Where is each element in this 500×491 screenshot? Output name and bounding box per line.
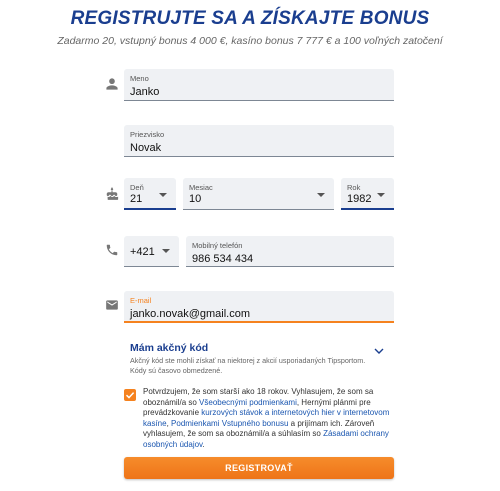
birth-day-label: Deň	[130, 183, 144, 192]
terms-link[interactable]: Všeobecnými podmienkami	[199, 398, 297, 407]
last-name-field[interactable]: Priezvisko Novak	[124, 125, 394, 157]
phone-label: Mobilný telefón	[192, 241, 243, 250]
phone-value: 986 534 434	[192, 253, 254, 265]
chevron-down-icon	[377, 193, 385, 197]
birth-day-value: 21	[130, 193, 143, 205]
birth-month-label: Mesiac	[189, 183, 213, 192]
phone-prefix-select[interactable]: +421	[124, 236, 179, 267]
consent-checkbox[interactable]	[124, 389, 136, 401]
promo-code-description: Akčný kód ste mohli získať na niektorej …	[130, 356, 366, 375]
chevron-down-icon	[159, 193, 167, 197]
email-label: E-mail	[130, 296, 152, 305]
chevron-down-icon[interactable]	[373, 343, 385, 354]
consent-text-part: .	[202, 439, 205, 449]
last-name-label: Priezvisko	[130, 130, 165, 139]
birth-month-value: 10	[189, 193, 202, 205]
phone-field[interactable]: Mobilný telefón 986 534 434	[186, 236, 394, 267]
first-name-label: Meno	[130, 74, 149, 83]
phone-prefix-value: +421	[130, 246, 155, 258]
register-button[interactable]: REGISTROVAŤ	[124, 457, 394, 479]
email-value: janko.novak@gmail.com	[130, 308, 250, 320]
page-title: REGISTRUJTE SA A ZÍSKAJTE BONUS	[70, 8, 430, 29]
birth-year-select[interactable]: Rok 1982	[341, 178, 394, 210]
consent-text: Potvrdzujem, že som starší ako 18 rokov.…	[143, 387, 393, 451]
promo-code-toggle[interactable]: Mám akčný kód	[130, 342, 208, 354]
bonus-terms-link[interactable]: Podmienkami Vstupného bonusu	[171, 419, 288, 428]
birth-year-label: Rok	[347, 183, 361, 192]
phone-icon	[105, 243, 119, 257]
page-subtitle: Zadarmo 20, vstupný bonus 4 000 €, kasín…	[57, 35, 443, 47]
person-icon	[105, 77, 119, 91]
email-field[interactable]: E-mail janko.novak@gmail.com	[124, 291, 394, 323]
cake-icon	[105, 187, 119, 201]
chevron-down-icon	[317, 193, 325, 197]
chevron-down-icon	[162, 249, 170, 253]
check-icon	[125, 392, 135, 399]
birth-month-select[interactable]: Mesiac 10	[183, 178, 334, 210]
last-name-value: Novak	[130, 142, 162, 154]
birth-year-value: 1982	[347, 193, 372, 205]
first-name-value: Janko	[130, 86, 160, 98]
mail-icon	[105, 298, 119, 312]
birth-day-select[interactable]: Deň 21	[124, 178, 176, 210]
first-name-field[interactable]: Meno Janko	[124, 69, 394, 101]
